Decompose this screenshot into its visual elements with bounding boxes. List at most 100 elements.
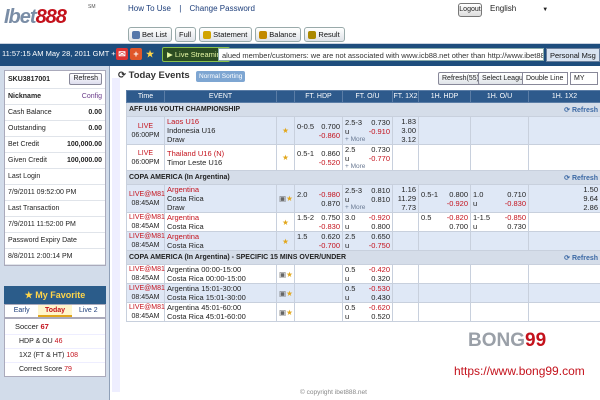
tab-bet-list[interactable]: Bet List bbox=[128, 27, 173, 42]
sport-item-1x2[interactable]: 1X2 (FT & HT) 108 bbox=[5, 348, 105, 362]
odds-under[interactable]: 0.320 bbox=[371, 274, 390, 283]
1h-1x2-cell bbox=[527, 283, 600, 303]
refresh-button[interactable]: Refresh(55) bbox=[438, 72, 483, 85]
scrollbar[interactable] bbox=[112, 78, 120, 392]
odds-over[interactable]: 0.650 bbox=[371, 232, 390, 241]
logout-button[interactable]: Logout bbox=[458, 3, 482, 17]
live-label: LIVE@M81 bbox=[129, 285, 165, 292]
odds-over[interactable]: 0.730 bbox=[371, 145, 390, 154]
odds-1[interactable]: 1.50 bbox=[531, 185, 598, 194]
tab-today[interactable]: Today bbox=[38, 305, 72, 317]
odds-under[interactable]: -0.830 bbox=[505, 199, 526, 208]
odds-2[interactable]: 9.64 bbox=[531, 194, 598, 203]
odds-over[interactable]: 0.710 bbox=[507, 190, 526, 199]
away-team: Indonesia U16 bbox=[167, 126, 216, 135]
league-refresh-button[interactable]: ⟳ Refresh bbox=[564, 174, 598, 182]
odds-1[interactable]: 1.83 bbox=[395, 117, 416, 126]
star-icon[interactable]: ★ bbox=[144, 48, 156, 60]
language-select[interactable]: English ▼ bbox=[490, 4, 548, 13]
odds-x[interactable]: 2.86 bbox=[531, 203, 598, 212]
odds-over[interactable]: 0.730 bbox=[371, 118, 390, 127]
more-link[interactable]: + More bbox=[345, 204, 390, 211]
odds-over[interactable]: -0.420 bbox=[369, 265, 390, 274]
sport-item-correct-score[interactable]: Correct Score 79 bbox=[5, 362, 105, 376]
more-link[interactable]: + More bbox=[345, 163, 390, 170]
currency-select[interactable]: MY bbox=[570, 72, 598, 85]
odds-under[interactable]: 0.520 bbox=[371, 312, 390, 321]
favorite-star-icon[interactable]: ★ bbox=[276, 116, 295, 145]
odds-over[interactable]: 0.810 bbox=[371, 186, 390, 195]
change-password-link[interactable]: Change Password bbox=[190, 4, 255, 13]
given-credit-row: Given Credit 100,000.00 bbox=[5, 153, 105, 169]
sport-count: 67 bbox=[40, 322, 49, 331]
odds-1[interactable]: 1.16 bbox=[395, 185, 416, 194]
ou-line: 2.5-3 bbox=[345, 186, 363, 195]
odds-away[interactable]: 0.870 bbox=[297, 199, 340, 208]
odds-home[interactable]: 0.800 bbox=[449, 190, 468, 199]
tv-icon[interactable]: ▣★ bbox=[276, 184, 295, 213]
odds-x[interactable]: 3.12 bbox=[395, 135, 416, 144]
tab-result[interactable]: Result bbox=[304, 27, 345, 42]
1h-hdp-cell bbox=[418, 144, 471, 171]
odds-under[interactable]: -0.750 bbox=[369, 241, 390, 250]
odds-over[interactable]: -0.920 bbox=[369, 213, 390, 222]
odds-over[interactable]: -0.850 bbox=[505, 213, 526, 222]
odds-away[interactable]: -0.920 bbox=[421, 199, 468, 208]
tab-statement[interactable]: Statement bbox=[199, 27, 253, 42]
sport-item-hdp-ou[interactable]: HDP & OU 46 bbox=[5, 334, 105, 348]
odds-2[interactable]: 11.29 bbox=[395, 194, 416, 203]
more-link[interactable]: + More bbox=[345, 136, 390, 143]
odds-away[interactable]: -0.700 bbox=[297, 241, 340, 250]
my-favorite-header[interactable]: ★ My Favorite bbox=[4, 286, 106, 304]
odds-under[interactable]: -0.910 bbox=[369, 127, 390, 136]
odds-home[interactable]: 0.860 bbox=[321, 149, 340, 158]
personal-msg-button[interactable]: Personal Msg bbox=[546, 48, 600, 62]
odds-over[interactable]: -0.530 bbox=[369, 284, 390, 293]
odds-2[interactable]: 3.00 bbox=[395, 126, 416, 135]
how-to-use-link[interactable]: How To Use bbox=[128, 4, 171, 13]
odds-home[interactable]: 0.700 bbox=[321, 122, 340, 131]
sport-soccer[interactable]: Soccer 67 bbox=[5, 319, 105, 334]
cash-balance-row: Cash Balance 0.00 bbox=[5, 105, 105, 121]
favorite-star-icon[interactable]: ★ bbox=[276, 144, 295, 171]
tv-icon[interactable]: ▣★ bbox=[276, 302, 295, 322]
odds-home[interactable]: -0.980 bbox=[319, 190, 340, 199]
odds-under[interactable]: 0.430 bbox=[371, 293, 390, 302]
odds-under[interactable]: 0.810 bbox=[371, 195, 390, 204]
odds-x[interactable]: 7.73 bbox=[395, 203, 416, 212]
tab-live[interactable]: Live 2 bbox=[72, 305, 105, 317]
odds-under[interactable]: 0.730 bbox=[507, 222, 526, 231]
odds-away[interactable]: -0.520 bbox=[297, 158, 340, 167]
tab-early[interactable]: Early bbox=[5, 305, 38, 317]
tv-icon[interactable]: ▣★ bbox=[276, 264, 295, 284]
1h-1x2-cell: 1.50 9.64 2.86 bbox=[527, 184, 600, 213]
sort-button[interactable]: Normal Sorting bbox=[196, 71, 246, 82]
tab-full[interactable]: Full bbox=[175, 27, 197, 42]
ou-line: 3.0 bbox=[345, 213, 356, 222]
tv-icon[interactable]: ▣★ bbox=[276, 283, 295, 303]
league-refresh-button[interactable]: ⟳ Refresh bbox=[564, 254, 598, 262]
col-ft-hdp: FT. HDP bbox=[294, 90, 343, 103]
nickname-value[interactable]: Config bbox=[82, 89, 102, 104]
odds-over[interactable]: -0.620 bbox=[369, 303, 390, 312]
line-select[interactable]: Double Line bbox=[522, 72, 568, 85]
tab-balance[interactable]: Balance bbox=[255, 27, 302, 42]
odds-away[interactable]: 0.700 bbox=[421, 222, 468, 231]
logo[interactable]: Ibet888 SM bbox=[4, 4, 104, 32]
odds-under[interactable]: -0.770 bbox=[369, 154, 390, 163]
league-refresh-button[interactable]: ⟳ Refresh bbox=[564, 106, 598, 114]
odds-away[interactable]: -0.830 bbox=[297, 222, 340, 231]
match-time: LIVE@M81 08:45AM bbox=[126, 264, 165, 284]
mail-icon[interactable]: ✉ bbox=[116, 48, 128, 60]
last-transaction-label: Last Transaction bbox=[5, 201, 105, 217]
odds-home[interactable]: 0.750 bbox=[321, 213, 340, 222]
odds-home[interactable]: -0.820 bbox=[447, 213, 468, 222]
odds-away[interactable]: -0.860 bbox=[297, 131, 340, 140]
odds-home[interactable]: 0.620 bbox=[321, 232, 340, 241]
favorite-star-icon[interactable]: ★ bbox=[276, 231, 295, 251]
favorite-star-icon[interactable]: ★ bbox=[276, 212, 295, 232]
match-teams: Argentina 45:01-60:00 Costa Rica 45:01-60… bbox=[164, 302, 277, 322]
odds-under[interactable]: 0.800 bbox=[371, 222, 390, 231]
plus-icon[interactable]: + bbox=[130, 48, 142, 60]
account-refresh-button[interactable]: Refresh bbox=[69, 73, 102, 85]
